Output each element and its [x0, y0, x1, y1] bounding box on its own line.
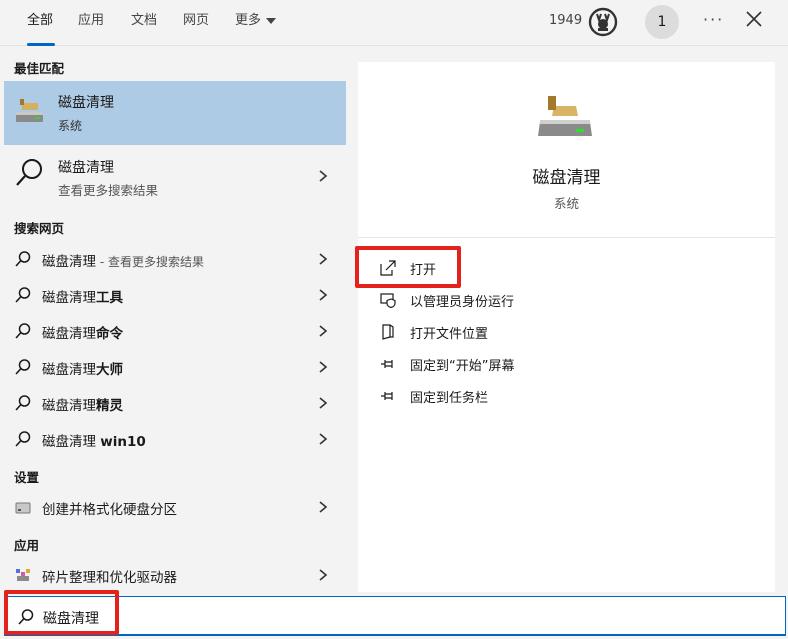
- action-label: 固定到“开始”屏幕: [410, 359, 515, 374]
- web-suggestion-item[interactable]: 磁盘清理大师: [4, 349, 346, 385]
- search-icon: [15, 323, 31, 339]
- search-icon: [16, 159, 42, 186]
- chevron-right-icon: [318, 253, 328, 265]
- suggestion-text: 磁盘清理: [42, 326, 96, 342]
- suggestion-text: 磁盘清理: [42, 398, 96, 414]
- preview-pane: 磁盘清理 系统 打开 以管理员身份运行 打开文件位置 固定到“开始”屏幕 固定到…: [358, 62, 775, 592]
- results-list: 最佳匹配 磁盘清理 系统 磁盘清理 查看更多搜索结果 搜索网页 磁盘清理 - 查…: [0, 47, 352, 592]
- suggestion-text: 磁盘清理: [42, 290, 96, 306]
- web-suggestion-item[interactable]: 磁盘清理命令: [4, 313, 346, 349]
- disk-cleanup-icon: [16, 99, 43, 122]
- search-icon: [15, 251, 31, 267]
- settings-item[interactable]: 创建并格式化硬盘分区: [4, 489, 346, 525]
- chevron-right-icon: [318, 361, 328, 373]
- action-label: 以管理员身份运行: [410, 295, 515, 310]
- chevron-right-icon: [318, 569, 328, 581]
- search-box[interactable]: 磁盘清理: [4, 596, 786, 636]
- web-search-subtitle: 查看更多搜索结果: [58, 183, 159, 198]
- best-match-subtitle: 系统: [58, 119, 83, 133]
- section-web: 搜索网页: [14, 221, 65, 236]
- rewards-medal-icon[interactable]: [588, 7, 618, 37]
- chevron-right-icon: [318, 397, 328, 409]
- disk-cleanup-icon: [538, 96, 592, 136]
- chevron-down-icon: [266, 17, 277, 24]
- search-icon: [15, 395, 31, 411]
- suggestion-text: 磁盘清理: [42, 254, 96, 270]
- more-dots-icon[interactable]: ···: [703, 10, 724, 29]
- web-suggestion-item[interactable]: 磁盘清理 - 查看更多搜索结果: [4, 241, 346, 277]
- section-best-match: 最佳匹配: [14, 61, 65, 76]
- tab-web[interactable]: 网页: [183, 0, 209, 46]
- settings-item-label: 创建并格式化硬盘分区: [42, 502, 177, 518]
- tab-documents[interactable]: 文档: [131, 0, 157, 46]
- chevron-right-icon: [318, 501, 328, 513]
- web-search-title: 磁盘清理: [58, 160, 114, 176]
- suggestion-text: 磁盘清理: [42, 362, 96, 378]
- chevron-right-icon: [318, 289, 328, 301]
- app-item[interactable]: 碎片整理和优化驱动器: [4, 557, 346, 593]
- best-match-title: 磁盘清理: [58, 95, 114, 111]
- search-icon: [15, 359, 31, 375]
- search-icon: [15, 287, 31, 303]
- defrag-icon: [16, 569, 30, 581]
- shield-icon: [380, 293, 396, 308]
- suggestion-bold-text: 大师: [96, 362, 123, 378]
- rewards-points: 1949: [549, 13, 583, 28]
- avatar[interactable]: 1: [645, 5, 679, 39]
- web-suggestion-item[interactable]: 磁盘清理 win10: [4, 421, 346, 457]
- tab-apps[interactable]: 应用: [78, 0, 104, 46]
- annotation-highlight-search: [4, 590, 119, 635]
- suggestion-bold-text: 命令: [96, 326, 123, 342]
- chevron-right-icon: [318, 325, 328, 337]
- tab-all[interactable]: 全部: [27, 0, 55, 46]
- action-label: 打开文件位置: [410, 327, 489, 342]
- app-item-label: 碎片整理和优化驱动器: [42, 570, 177, 586]
- web-search-more-item[interactable]: 磁盘清理 查看更多搜索结果: [4, 151, 346, 201]
- suggestion-subtext: - 查看更多搜索结果: [96, 255, 204, 269]
- suggestion-bold-text: 工具: [96, 290, 123, 306]
- preview-title: 磁盘清理: [532, 168, 601, 188]
- chevron-right-icon: [318, 433, 328, 445]
- pin-icon: [381, 392, 393, 400]
- disk-partition-icon: [15, 502, 31, 514]
- suggestion-bold-text: win10: [100, 434, 146, 450]
- close-icon[interactable]: [744, 9, 764, 29]
- best-match-item[interactable]: 磁盘清理 系统: [4, 81, 346, 145]
- divider: [358, 237, 775, 238]
- suggestion-text: 磁盘清理: [42, 434, 101, 450]
- chevron-right-icon: [318, 170, 328, 182]
- preview-subtitle: 系统: [553, 196, 579, 211]
- search-icon: [15, 431, 31, 447]
- search-scope-tabs: 全部 应用 文档 网页 更多 1949 1 ···: [0, 0, 788, 46]
- action-label: 固定到任务栏: [410, 391, 489, 406]
- tab-more[interactable]: 更多: [235, 0, 277, 46]
- suggestion-bold-text: 精灵: [96, 398, 123, 414]
- annotation-highlight-open: [355, 246, 461, 288]
- section-apps: 应用: [14, 538, 40, 553]
- web-suggestion-item[interactable]: 磁盘清理精灵: [4, 385, 346, 421]
- pin-icon: [381, 360, 393, 368]
- file-location-icon: [382, 324, 394, 340]
- web-suggestion-item[interactable]: 磁盘清理工具: [4, 277, 346, 313]
- section-settings: 设置: [14, 470, 40, 485]
